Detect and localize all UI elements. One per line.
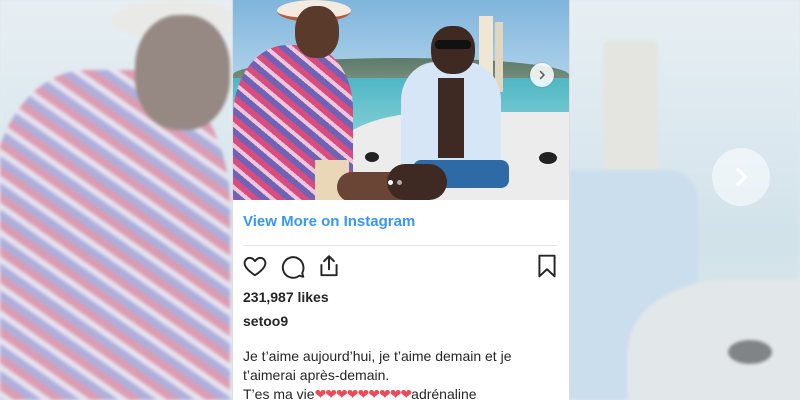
view-more-link[interactable]: View More on Instagram bbox=[243, 213, 415, 230]
caption-line: T’es ma vie❤❤❤❤❤❤❤❤❤adrénaline bbox=[243, 385, 559, 400]
carousel-indicator bbox=[388, 180, 402, 185]
backdrop-chevron-icon bbox=[712, 148, 770, 206]
caption-text: adrénaline bbox=[411, 386, 477, 400]
caption-line: Je t’aime aujourd’hui, je t’aime demain … bbox=[243, 348, 512, 364]
post-username[interactable]: setoo9 bbox=[243, 313, 288, 329]
comment-icon[interactable] bbox=[280, 253, 306, 279]
caption-hearts: ❤❤❤❤❤❤❤❤❤ bbox=[314, 386, 413, 400]
post-caption: Je t’aime aujourd’hui, je t’aime demain … bbox=[243, 347, 559, 400]
share-icon[interactable] bbox=[316, 253, 342, 279]
backdrop-right bbox=[568, 0, 800, 400]
carousel-dot-active bbox=[388, 180, 393, 185]
caption-text: T’es ma vie bbox=[243, 386, 315, 400]
heart-icon[interactable] bbox=[242, 253, 268, 279]
chevron-right-icon bbox=[539, 70, 545, 80]
post-photo[interactable] bbox=[233, 0, 569, 200]
action-bar bbox=[242, 253, 560, 281]
likes-count[interactable]: 231,987 likes bbox=[243, 289, 329, 305]
caption-line: t’aimerai après-demain. bbox=[243, 367, 390, 383]
carousel-dot bbox=[397, 180, 402, 185]
backdrop-left bbox=[0, 0, 232, 400]
instagram-post-card: View More on Instagram 231,987 likes set… bbox=[232, 0, 570, 400]
carousel-next-button[interactable] bbox=[530, 63, 554, 87]
bookmark-icon[interactable] bbox=[534, 253, 560, 279]
divider bbox=[243, 245, 557, 246]
